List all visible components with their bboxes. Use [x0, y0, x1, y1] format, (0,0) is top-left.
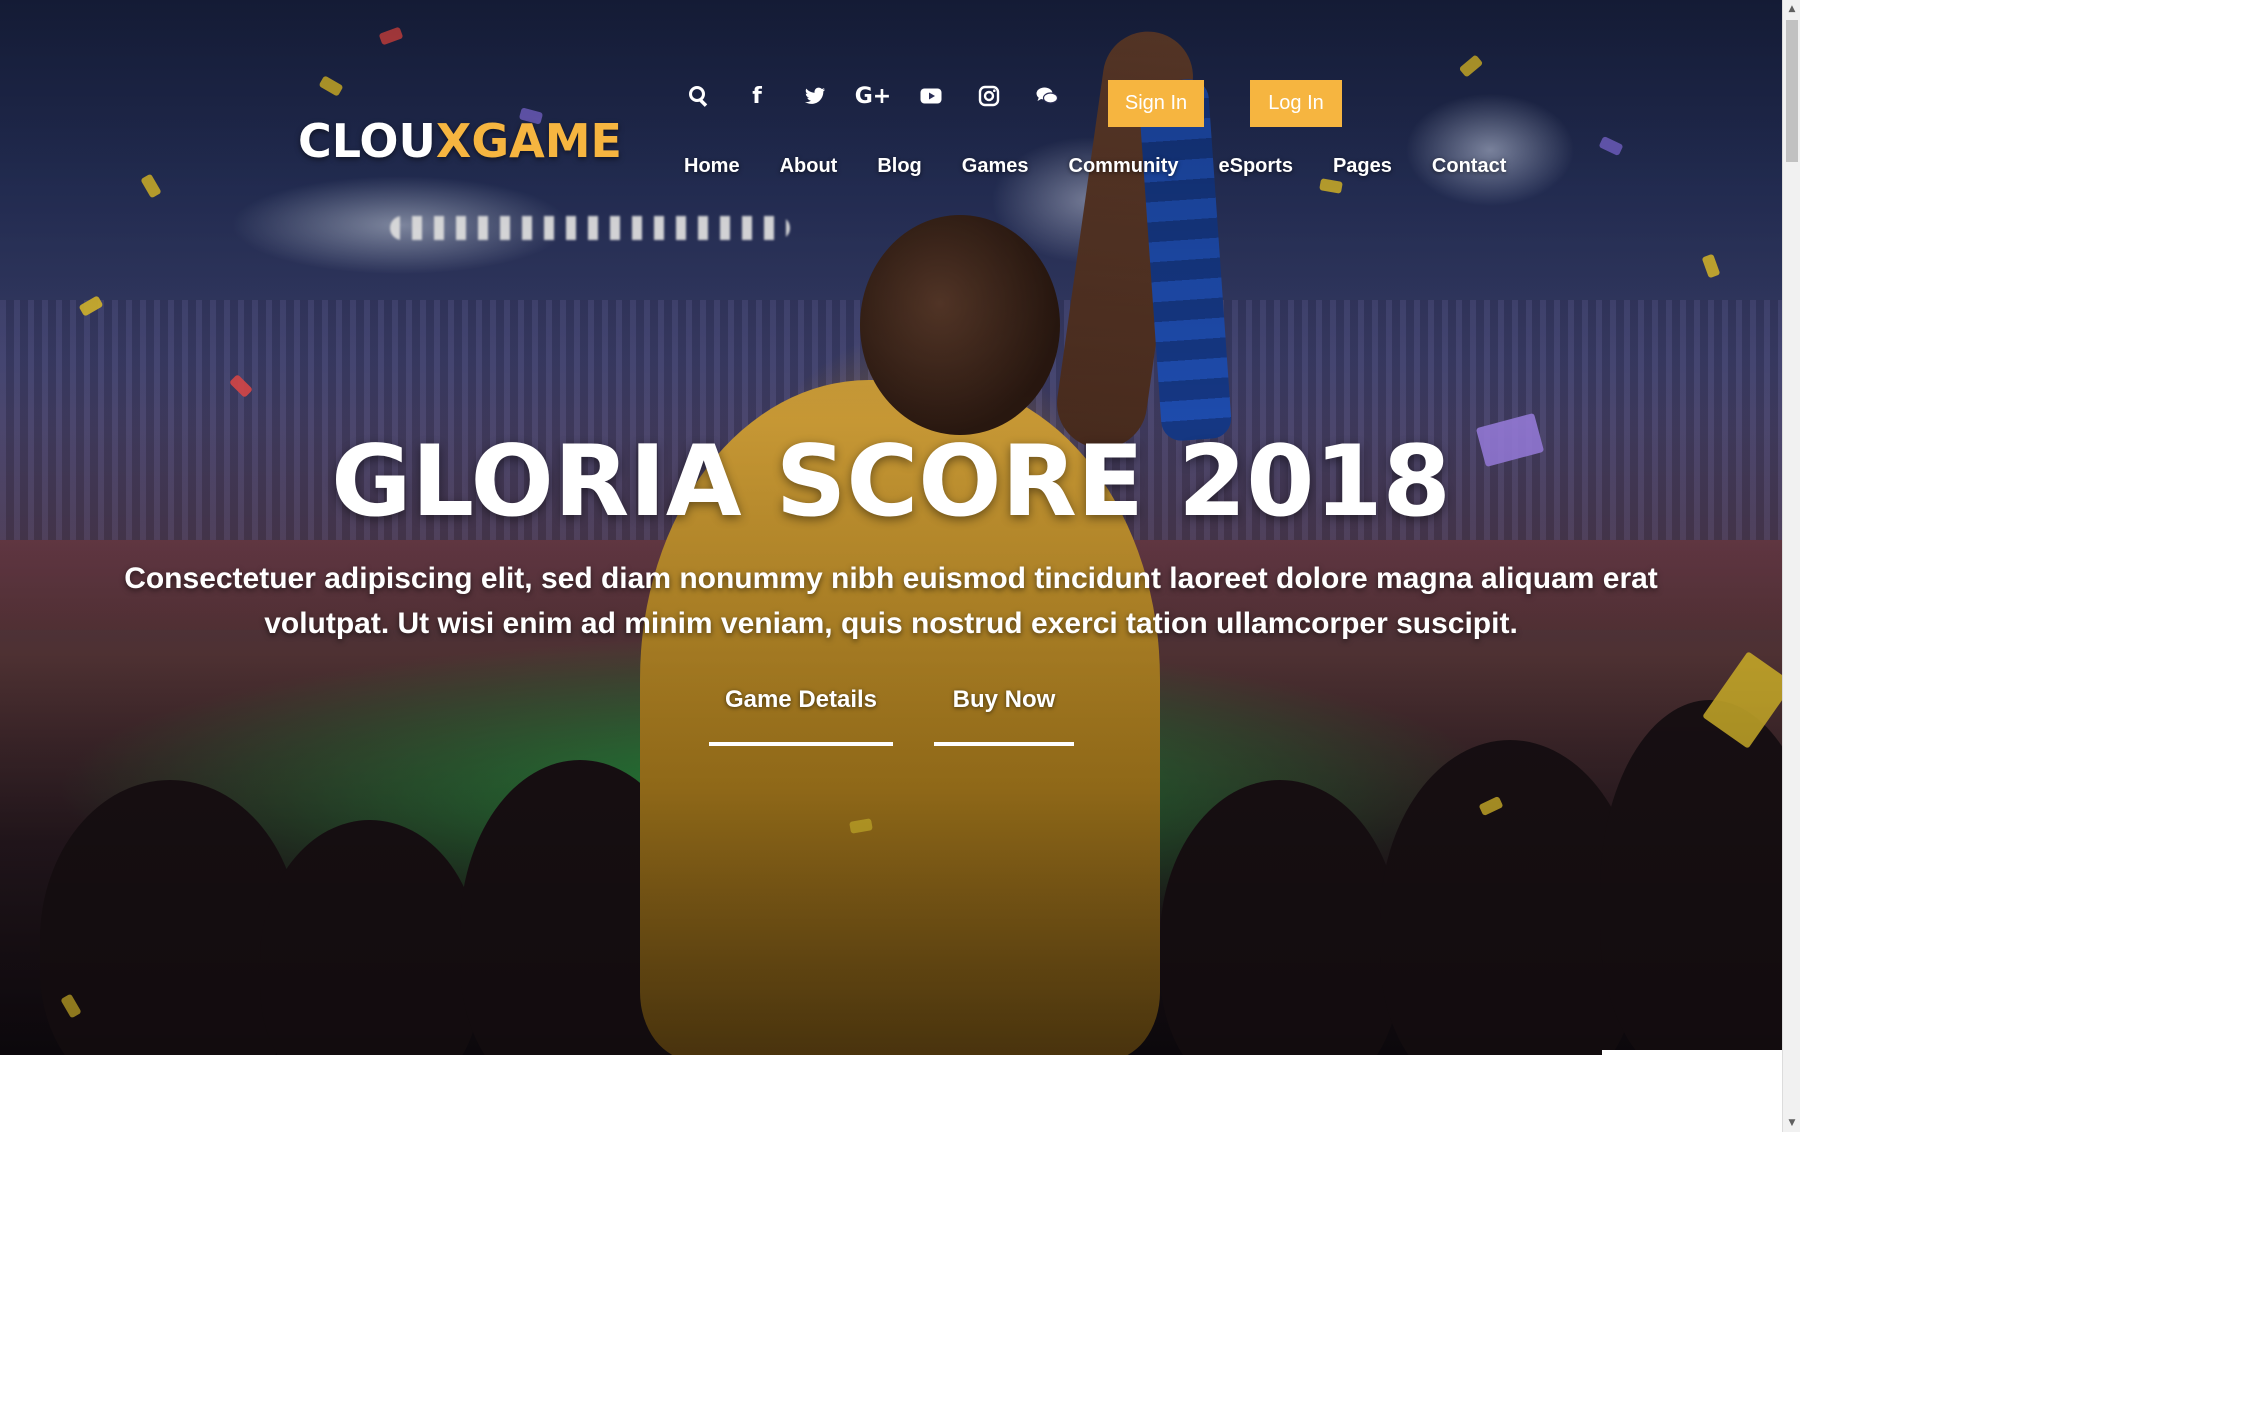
- header-icon-bar: f G+: [670, 78, 1076, 114]
- vertical-scrollbar[interactable]: ▲ ▼: [1782, 0, 1800, 1132]
- log-in-button[interactable]: Log In: [1250, 80, 1342, 127]
- nav-item-games[interactable]: Games: [962, 155, 1029, 178]
- scrollbar-thumb[interactable]: [1786, 20, 1798, 162]
- facebook-icon[interactable]: f: [728, 78, 786, 114]
- twitter-icon[interactable]: [786, 78, 844, 114]
- game-details-button[interactable]: Game Details: [709, 686, 893, 746]
- section-edge: [1602, 1050, 1782, 1056]
- logo-text-main: CLOU: [298, 114, 436, 168]
- nav-item-blog[interactable]: Blog: [877, 155, 921, 178]
- buy-now-button[interactable]: Buy Now: [934, 686, 1074, 746]
- scroll-up-arrow-icon[interactable]: ▲: [1783, 0, 1800, 18]
- google-plus-icon[interactable]: G+: [844, 78, 902, 114]
- site-logo[interactable]: CLOUXGAME: [298, 114, 622, 168]
- nav-item-home[interactable]: Home: [684, 155, 740, 178]
- nav-item-pages[interactable]: Pages: [1333, 155, 1392, 178]
- chat-icon[interactable]: [1018, 78, 1076, 114]
- hero-banner: CLOUXGAME f G+ Sign In Log In Home About…: [0, 0, 1782, 1055]
- browser-viewport: CLOUXGAME f G+ Sign In Log In Home About…: [0, 0, 1800, 1132]
- main-nav: Home About Blog Games Community eSports …: [664, 148, 1526, 184]
- sign-in-button[interactable]: Sign In: [1108, 80, 1204, 127]
- scroll-down-arrow-icon[interactable]: ▼: [1783, 1114, 1800, 1132]
- nav-item-esports[interactable]: eSports: [1219, 155, 1293, 178]
- hero-subtitle: Consectetuer adipiscing elit, sed diam n…: [124, 562, 1658, 640]
- hero-title: GLORIA SCORE 2018: [331, 425, 1451, 539]
- search-icon[interactable]: [670, 78, 728, 114]
- nav-item-community[interactable]: Community: [1069, 155, 1179, 178]
- logo-text-accent: XGAME: [435, 114, 622, 168]
- nav-item-contact[interactable]: Contact: [1432, 155, 1506, 178]
- instagram-icon[interactable]: [960, 78, 1018, 114]
- youtube-icon[interactable]: [902, 78, 960, 114]
- nav-item-about[interactable]: About: [780, 155, 838, 178]
